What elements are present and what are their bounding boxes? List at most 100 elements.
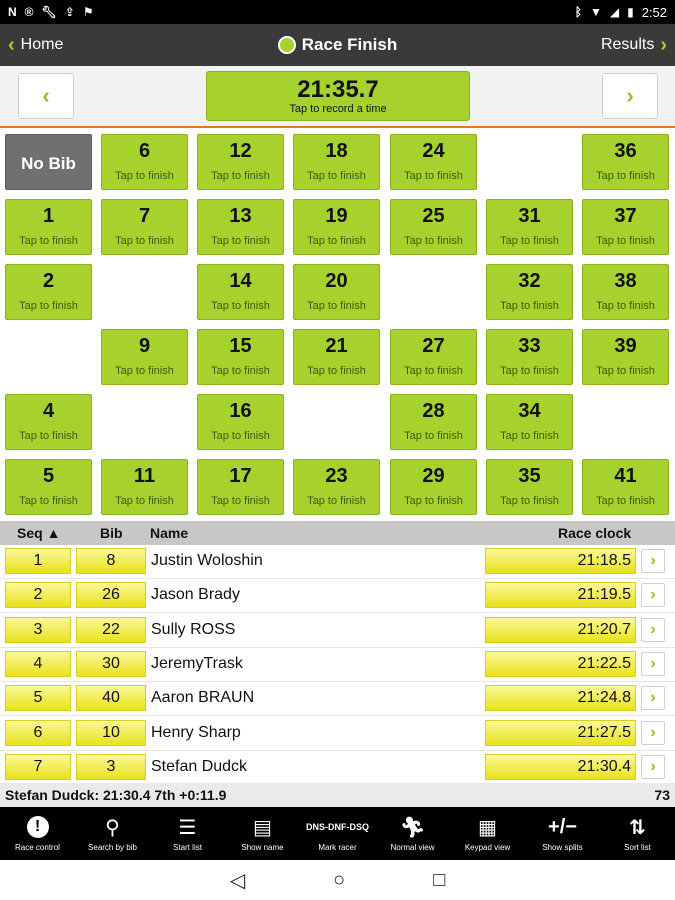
bib-tile[interactable]: 29 Tap to finish: [390, 459, 477, 515]
bib-tile[interactable]: 16 Tap to finish: [197, 394, 284, 450]
bib-number: 5: [42, 465, 55, 487]
no-bib-button[interactable]: No Bib: [5, 134, 92, 190]
search-icon: ⚲: [105, 816, 120, 839]
tap-to-finish-label: Tap to finish: [500, 495, 559, 507]
bib-column-header[interactable]: Bib: [100, 525, 123, 541]
race-clock-cell: 21:24.8: [485, 685, 636, 712]
bib-tile[interactable]: 28 Tap to finish: [390, 394, 477, 450]
seq-cell: 7: [5, 753, 71, 780]
toolbar-sort-list-button[interactable]: ⇅ Sort list: [600, 807, 675, 860]
bib-tile[interactable]: 27 Tap to finish: [390, 329, 477, 385]
tap-to-finish-label: Tap to finish: [500, 430, 559, 442]
row-detail-chevron-icon[interactable]: ›: [641, 720, 665, 745]
row-detail-chevron-icon[interactable]: ›: [641, 583, 665, 608]
name-cell: Aaron BRAUN: [151, 689, 255, 707]
record-time-button[interactable]: 21:35.7 Tap to record a time: [206, 71, 470, 121]
bib-tile[interactable]: 15 Tap to finish: [197, 329, 284, 385]
toolbar-keypad-view-button[interactable]: ▦ Keypad view: [450, 807, 525, 860]
result-row[interactable]: 4 30 JeremyTrask 21:22.5 ›: [0, 648, 675, 682]
toolbar-show-splits-button[interactable]: +/− Show splits: [525, 807, 600, 860]
name-column-header[interactable]: Name: [150, 525, 188, 541]
home-button[interactable]: ‹ Home: [8, 34, 63, 57]
row-detail-chevron-icon[interactable]: ›: [641, 549, 665, 573]
bib-tile[interactable]: 37 Tap to finish: [582, 199, 669, 255]
bib-tile[interactable]: 6 Tap to finish: [101, 134, 188, 190]
bib-tile[interactable]: 13 Tap to finish: [197, 199, 284, 255]
bib-tile[interactable]: 21 Tap to finish: [293, 329, 380, 385]
row-detail-chevron-icon[interactable]: ›: [641, 754, 665, 779]
back-icon[interactable]: ◁: [230, 868, 245, 893]
result-row[interactable]: 6 10 Henry Sharp 21:27.5 ›: [0, 717, 675, 751]
tap-to-finish-label: Tap to finish: [500, 365, 559, 377]
bib-cell: 8: [76, 548, 146, 574]
results-list: 1 8 Justin Woloshin 21:18.5 › 2 26 Jason Brady 2…: [0, 545, 675, 785]
bib-tile[interactable]: 9 Tap to finish: [101, 329, 188, 385]
toolbar-start-list-button[interactable]: ☰ Start list: [150, 807, 225, 860]
result-row[interactable]: 5 40 Aaron BRAUN 21:24.8 ›: [0, 682, 675, 717]
bib-tile[interactable]: 31 Tap to finish: [486, 199, 573, 255]
bib-number: 20: [325, 270, 348, 292]
result-row[interactable]: 2 26 Jason Brady 21:19.5 ›: [0, 579, 675, 614]
tap-to-finish-label: Tap to finish: [307, 300, 366, 312]
bib-tile[interactable]: 41 Tap to finish: [582, 459, 669, 515]
bib-tile[interactable]: 25 Tap to finish: [390, 199, 477, 255]
row-detail-chevron-icon[interactable]: ›: [641, 686, 665, 711]
toolbar-mark-racer-button[interactable]: DNS-DNF-DSQ Mark racer: [300, 807, 375, 860]
results-button[interactable]: Results ›: [601, 34, 667, 57]
results-header: Seq ▲ Bib Name Race clock: [0, 521, 675, 545]
bib-tile[interactable]: 35 Tap to finish: [486, 459, 573, 515]
result-row[interactable]: 3 22 Sully ROSS 21:20.7 ›: [0, 614, 675, 648]
finisher-count: 73: [654, 787, 670, 803]
bib-tile[interactable]: 33 Tap to finish: [486, 329, 573, 385]
bib-tile[interactable]: 34 Tap to finish: [486, 394, 573, 450]
action-bar: Race Finish ‹ Home Results ›: [0, 24, 675, 66]
row-detail-chevron-icon[interactable]: ›: [641, 651, 665, 676]
clock-column-header[interactable]: Race clock: [558, 525, 631, 541]
bib-tile[interactable]: 1 Tap to finish: [5, 199, 92, 255]
bib-number: 14: [229, 270, 252, 292]
bib-tile[interactable]: 18 Tap to finish: [293, 134, 380, 190]
recents-icon[interactable]: □: [433, 869, 445, 892]
bib-tile[interactable]: 23 Tap to finish: [293, 459, 380, 515]
summary-bar: Stefan Dudck: 21:30.4 7th +0:11.9 73: [0, 783, 675, 807]
bib-tile[interactable]: 11 Tap to finish: [101, 459, 188, 515]
toolbar-search-by-bib-button[interactable]: ⚲ Search by bib: [75, 807, 150, 860]
bib-tile[interactable]: 36 Tap to finish: [582, 134, 669, 190]
toolbar-label: Sort list: [624, 843, 651, 852]
bib-tile[interactable]: 17 Tap to finish: [197, 459, 284, 515]
bib-tile[interactable]: 19 Tap to finish: [293, 199, 380, 255]
tap-to-finish-label: Tap to finish: [211, 365, 270, 377]
seq-column-header[interactable]: Seq ▲: [17, 525, 60, 541]
name-cell: Justin Woloshin: [151, 552, 263, 569]
toolbar-race-control-button[interactable]: ! Race control: [0, 807, 75, 860]
home-circle-icon[interactable]: ○: [333, 869, 345, 892]
tap-to-finish-label: Tap to finish: [211, 170, 270, 182]
result-row[interactable]: 1 8 Justin Woloshin 21:18.5 ›: [0, 545, 675, 579]
bib-number: 36: [614, 140, 637, 162]
toolbar-normal-view-button[interactable]: 🏃︎ Normal view: [375, 807, 450, 860]
previous-button[interactable]: ‹: [18, 73, 74, 119]
next-button[interactable]: ›: [602, 73, 658, 119]
bib-number: 34: [518, 400, 541, 422]
bib-tile[interactable]: 24 Tap to finish: [390, 134, 477, 190]
bib-tile[interactable]: 12 Tap to finish: [197, 134, 284, 190]
chevron-left-icon: ‹: [42, 83, 50, 108]
bib-tile[interactable]: 2 Tap to finish: [5, 264, 92, 320]
bib-tile[interactable]: 32 Tap to finish: [486, 264, 573, 320]
bib-number: 15: [229, 335, 252, 357]
row-detail-chevron-icon[interactable]: ›: [641, 617, 665, 642]
bluetooth-icon: ᛒ: [574, 5, 582, 19]
bib-number: 38: [614, 270, 637, 292]
flag-icon: ⚑: [82, 5, 94, 19]
bib-number: 13: [229, 205, 252, 227]
bib-tile[interactable]: 20 Tap to finish: [293, 264, 380, 320]
toolbar-show-name-button[interactable]: ▤ Show name: [225, 807, 300, 860]
bib-tile[interactable]: 38 Tap to finish: [582, 264, 669, 320]
tap-to-finish-label: Tap to finish: [19, 495, 78, 507]
bib-tile[interactable]: 39 Tap to finish: [582, 329, 669, 385]
result-row[interactable]: 7 3 Stefan Dudck 21:30.4 ›: [0, 751, 675, 785]
bib-tile[interactable]: 5 Tap to finish: [5, 459, 92, 515]
bib-tile[interactable]: 4 Tap to finish: [5, 394, 92, 450]
bib-tile[interactable]: 7 Tap to finish: [101, 199, 188, 255]
bib-tile[interactable]: 14 Tap to finish: [197, 264, 284, 320]
